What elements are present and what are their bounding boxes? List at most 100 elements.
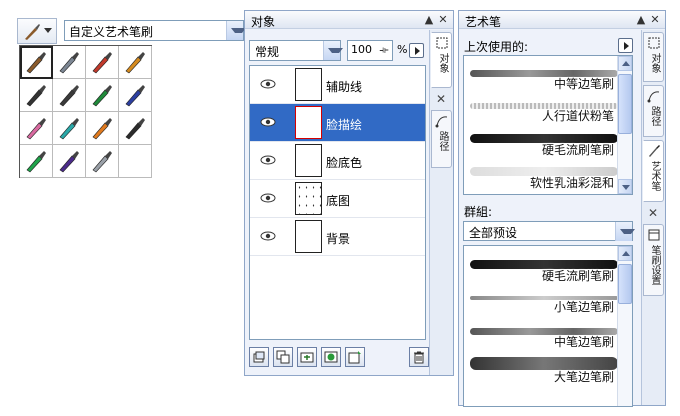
brush-cell[interactable] [53,145,86,178]
brush-cell[interactable] [86,145,119,178]
eye-icon[interactable] [260,192,276,204]
layer-thumbnail [295,220,322,253]
brush-stroke-item[interactable]: 小笔边笔刷 [464,281,618,314]
brush-stroke-item[interactable]: 中笔边笔刷 [464,314,618,349]
brush-cell[interactable] [53,79,86,112]
brush-stroke-item[interactable]: 中等边笔刷 [464,56,618,91]
objects-tab-icon [648,37,660,49]
brush-stroke-item[interactable]: 硬毛流刷笔刷 [464,248,618,283]
brush-cell[interactable] [20,145,53,178]
pink-marker-icon [26,118,46,140]
tab-objects[interactable]: 对象 [643,32,664,82]
brush-cell[interactable] [20,79,53,112]
brush-cell[interactable] [20,112,53,145]
close-icon[interactable]: ✕ [436,92,446,106]
path-icon [435,116,448,128]
new-object-icon [348,351,361,364]
brush-cell[interactable] [86,112,119,145]
brush-category-select[interactable]: 自定义艺术笔刷 [64,20,246,41]
copy-layer-button[interactable] [273,347,293,367]
green-marker-icon [92,85,112,107]
recent-scrollbar[interactable] [617,56,632,194]
brush-selector-bar: 自定义艺术笔刷 [17,18,246,44]
tab-art-brush[interactable]: 艺术笔 [643,140,664,202]
tab-paths[interactable]: 路径 [643,85,664,137]
brush-cell[interactable] [119,112,152,145]
opacity-field[interactable]: 100 ⟛ [347,40,393,61]
brush-cell[interactable] [53,112,86,145]
new-layer-icon [253,351,265,363]
close-icon[interactable]: ✕ [649,14,661,26]
scroll-down-icon[interactable] [618,179,632,194]
objects-toolbar: 常规 100 ⟛ % [249,40,424,62]
tab-paths-label: 路径 [437,131,448,151]
group-select[interactable]: 全部预设 [463,221,635,241]
group-value: 全部预设 [469,226,518,240]
spray-can-icon [92,52,112,74]
art-brush-titlebar: 艺术笔 ▲ ✕ [459,11,665,29]
slider-handle-icon[interactable]: ⟛ [377,45,391,57]
layer-row[interactable]: 底图 [250,180,425,218]
layer-row[interactable]: 脸底色 [250,142,425,180]
brush-picker-button[interactable] [17,18,57,44]
brush-cell[interactable] [20,46,53,79]
brush-cell[interactable] [53,46,86,79]
eye-icon[interactable] [260,154,276,166]
layer-row[interactable]: 辅助线 [250,66,425,104]
scroll-thumb[interactable] [618,264,632,304]
eye-icon[interactable] [260,230,276,242]
merge-layer-icon [300,352,314,363]
new-object-button[interactable] [345,347,365,367]
collapse-icon[interactable]: ▲ [635,14,647,26]
delete-button[interactable] [409,347,429,367]
art-brush-panel: 艺术笔 ▲ ✕ 上次使用的: 软性乳油彩混和 硬毛流刷笔刷 人行道伏粉笔 中等边笔刷 … [458,10,666,407]
chevron-down-icon[interactable] [323,41,343,60]
layer-thumbnail [295,106,322,139]
airbrush-icon [59,52,79,74]
objects-tab-icon [436,37,448,49]
close-icon[interactable]: ✕ [437,14,449,26]
new-layer-button[interactable] [249,347,269,367]
blue-pen-icon [125,85,145,107]
brush-stroke-item[interactable]: 软性乳油彩混和 [464,155,618,190]
brush-stroke-item[interactable]: 人行道伏粉笔 [464,89,618,123]
chevron-down-icon [44,28,52,33]
stroke-label: 大笔边笔刷 [553,370,614,384]
tab-brush-settings[interactable]: 笔刷设置 [643,224,664,296]
close-icon[interactable]: ✕ [648,206,658,220]
brush-cell[interactable] [119,46,152,79]
chevron-down-icon[interactable] [226,21,246,40]
eye-icon[interactable] [260,78,276,90]
scroll-up-icon[interactable] [618,246,632,261]
trash-icon [414,351,424,364]
scroll-up-icon[interactable] [618,56,632,71]
collapse-icon[interactable]: ▲ [423,14,435,26]
brush-cell[interactable] [86,79,119,112]
group-scrollbar[interactable] [617,246,632,406]
opacity-slider-button[interactable] [409,43,424,58]
tab-objects[interactable]: 对象 [431,32,452,88]
layer-thumbnail [295,68,322,101]
eye-icon[interactable] [260,116,276,128]
layer-row[interactable]: 脸描绘 [250,104,425,142]
layer-row[interactable]: 背景 [250,218,425,256]
scroll-thumb[interactable] [618,74,632,134]
merge-layer-button[interactable] [297,347,317,367]
brush-cell [119,145,152,178]
calligraphy-pen-icon [59,85,79,107]
brush-stroke-item[interactable]: 大笔边笔刷 [464,347,618,384]
ink-drop-icon [59,151,79,173]
brush-cell[interactable] [119,79,152,112]
blend-mode-select[interactable]: 常规 [249,40,343,61]
recent-menu-button[interactable] [618,38,633,53]
group-strokes-list: 大笔边笔刷 中笔边笔刷 小笔边笔刷 硬毛流刷笔刷 [463,245,633,407]
brush-stroke-item[interactable]: 硬毛流刷笔刷 [464,122,618,157]
mask-button[interactable] [321,347,341,367]
chevron-down-icon[interactable] [615,222,635,241]
brush-cell[interactable] [86,46,119,79]
settings-icon [648,229,660,241]
tab-objects-label: 对象 [649,53,660,73]
tab-paths[interactable]: 路径 [431,110,452,168]
objects-panel: 对象 ▲ ✕ 常规 100 ⟛ % 辅助线 脸描绘 脸底色 底图 背景 对象 ✕… [244,10,454,376]
tab-brush-settings-label: 笔刷设置 [649,245,660,285]
